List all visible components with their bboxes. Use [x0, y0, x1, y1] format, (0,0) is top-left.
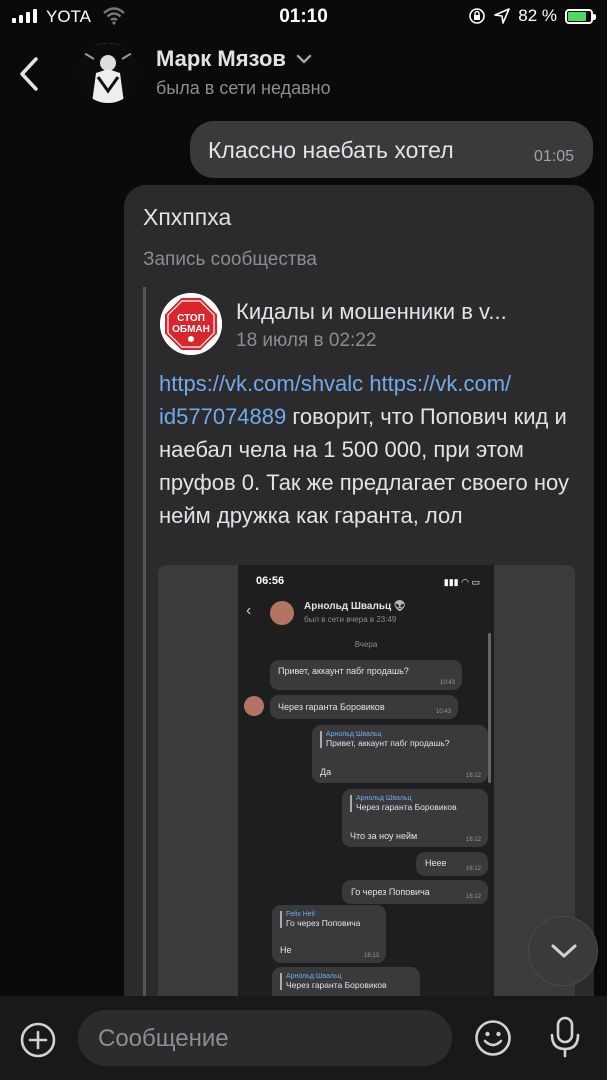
screenshot-message: Арнольд Швальц Привет, аккаунт пабг прода…: [312, 725, 488, 783]
emoji-button[interactable]: [474, 1019, 512, 1057]
orientation-lock-icon: [469, 8, 486, 24]
screenshot-message-text: Привет, аккаунт пабг продашь?: [278, 666, 409, 676]
screenshot-day-divider: Вчера: [354, 640, 378, 649]
location-icon: [494, 8, 511, 24]
screenshot-quote-text: Го через Поповича: [286, 918, 361, 928]
message-text: Классно наебать хотел: [208, 137, 454, 163]
microphone-button[interactable]: [548, 1016, 582, 1058]
screenshot-avatar: [270, 601, 294, 625]
scroll-down-button[interactable]: [528, 916, 598, 986]
screenshot-quote-author: Felix Heil: [286, 911, 315, 918]
screenshot-message-time: 16:12: [465, 894, 481, 900]
screenshot-last-seen: был в сети вчера в 23:49: [304, 615, 397, 624]
screenshot-message-time: 16:12: [465, 773, 481, 779]
screenshot-message-time: 10:43: [435, 709, 451, 715]
group-logo[interactable]: СТОП ОБМАН: [160, 293, 222, 355]
profile-link[interactable]: https://vk.com/: [369, 371, 511, 396]
post-image[interactable]: 06:56 ▮▮▮ ◠ ▭ ‹ Арнольд Швальц 👽 был в с…: [158, 565, 575, 1035]
post-text: https://vk.com/shvalc https://vk.com/id5…: [159, 367, 579, 532]
screenshot-time: 06:56: [256, 575, 285, 587]
screenshot-message-text: Неее: [425, 858, 447, 868]
composer-bar: Сообщение: [0, 996, 607, 1080]
avatar[interactable]: [78, 43, 138, 103]
message-input-placeholder: Сообщение: [98, 1025, 229, 1052]
screenshot-message: Felix Heil Го через Поповича Не 16:13: [272, 905, 386, 963]
add-attachment-button[interactable]: [20, 1022, 56, 1058]
incoming-message[interactable]: Хпхппха Запись сообщества СТОП ОБМАН Кид…: [124, 185, 594, 1035]
screenshot-back-icon: ‹: [246, 602, 252, 619]
screenshot-message: Неее 16:12: [416, 852, 488, 876]
post-type-label: Запись сообщества: [143, 249, 317, 270]
screenshot-scrollbar: [488, 633, 491, 783]
screenshot-message-text: Через гаранта Боровиков: [278, 702, 385, 712]
screenshot-status-icons: ▮▮▮ ◠ ▭: [443, 577, 480, 587]
screenshot-avatar-small: [244, 696, 264, 716]
chevron-down-icon: [551, 944, 577, 958]
contact-name[interactable]: Марк Мязов: [156, 46, 286, 72]
stop-sign-icon: СТОП ОБМАН: [160, 293, 222, 355]
avatar-image: [78, 43, 138, 103]
post-date: 18 июля в 02:22: [236, 330, 377, 351]
screenshot-message: Через гаранта Боровиков 10:43: [270, 695, 458, 719]
profile-link[interactable]: https://vk.com/shvalc: [159, 371, 363, 396]
profile-link[interactable]: id577074889: [159, 404, 286, 429]
outgoing-message[interactable]: Классно наебать хотел 01:05: [190, 121, 593, 178]
message-text: Хпхппха: [143, 204, 232, 230]
battery-icon: [565, 8, 596, 24]
screenshot-quote-author: Арнольд Швальц: [286, 973, 342, 980]
screenshot-message-text: Да: [320, 767, 332, 777]
logo-line-1: СТОП: [177, 313, 205, 324]
screenshot-message: Привет, аккаунт пабг продашь? 10:43: [270, 660, 462, 690]
quote-bar: [143, 287, 146, 1035]
back-arrow-icon[interactable]: [18, 56, 40, 92]
screenshot-quote-author: Арнольд Швальц: [326, 731, 382, 738]
screenshot-message-time: 10:43: [439, 680, 455, 686]
screenshot-message-text: Что за ноу нейм: [350, 831, 418, 841]
message-time: 01:05: [533, 148, 574, 165]
embedded-screenshot: 06:56 ▮▮▮ ◠ ▭ ‹ Арнольд Швальц 👽 был в с…: [238, 565, 494, 1035]
screenshot-message-time: 16:12: [465, 866, 481, 872]
screenshot-contact-name: Арнольд Швальц 👽: [304, 601, 407, 612]
status-bar: YOTA 01:10 82 %: [0, 0, 607, 36]
screenshot-message: Го через Поповича 16:12: [342, 880, 488, 904]
screenshot-message-time: 16:13: [363, 953, 379, 959]
screenshot-message-text: Не: [280, 945, 292, 955]
screenshot-message-text: Го через Поповича: [351, 887, 430, 897]
battery-percent: 82 %: [518, 6, 557, 25]
screenshot-message: Арнольд Швальц Через гаранта Боровиков Чт…: [342, 789, 488, 847]
logo-line-2: ОБМАН: [172, 324, 210, 335]
screenshot-quote-text: Через гаранта Боровиков: [286, 980, 387, 990]
screenshot-quote-text: Привет, аккаунт пабг продашь?: [326, 738, 450, 748]
screenshot-quote-text: Через гаранта Боровиков: [356, 802, 457, 812]
message-input[interactable]: Сообщение: [78, 1010, 452, 1066]
screenshot-message-time: 16:12: [465, 837, 481, 843]
chat-header: Марк Мязов была в сети недавно: [0, 36, 607, 114]
screenshot-quote-author: Арнольд Швальц: [356, 795, 412, 802]
last-seen-status: была в сети недавно: [156, 78, 331, 98]
group-name[interactable]: Кидалы и мошенники в v...: [236, 299, 507, 325]
chevron-down-icon[interactable]: [296, 54, 312, 64]
